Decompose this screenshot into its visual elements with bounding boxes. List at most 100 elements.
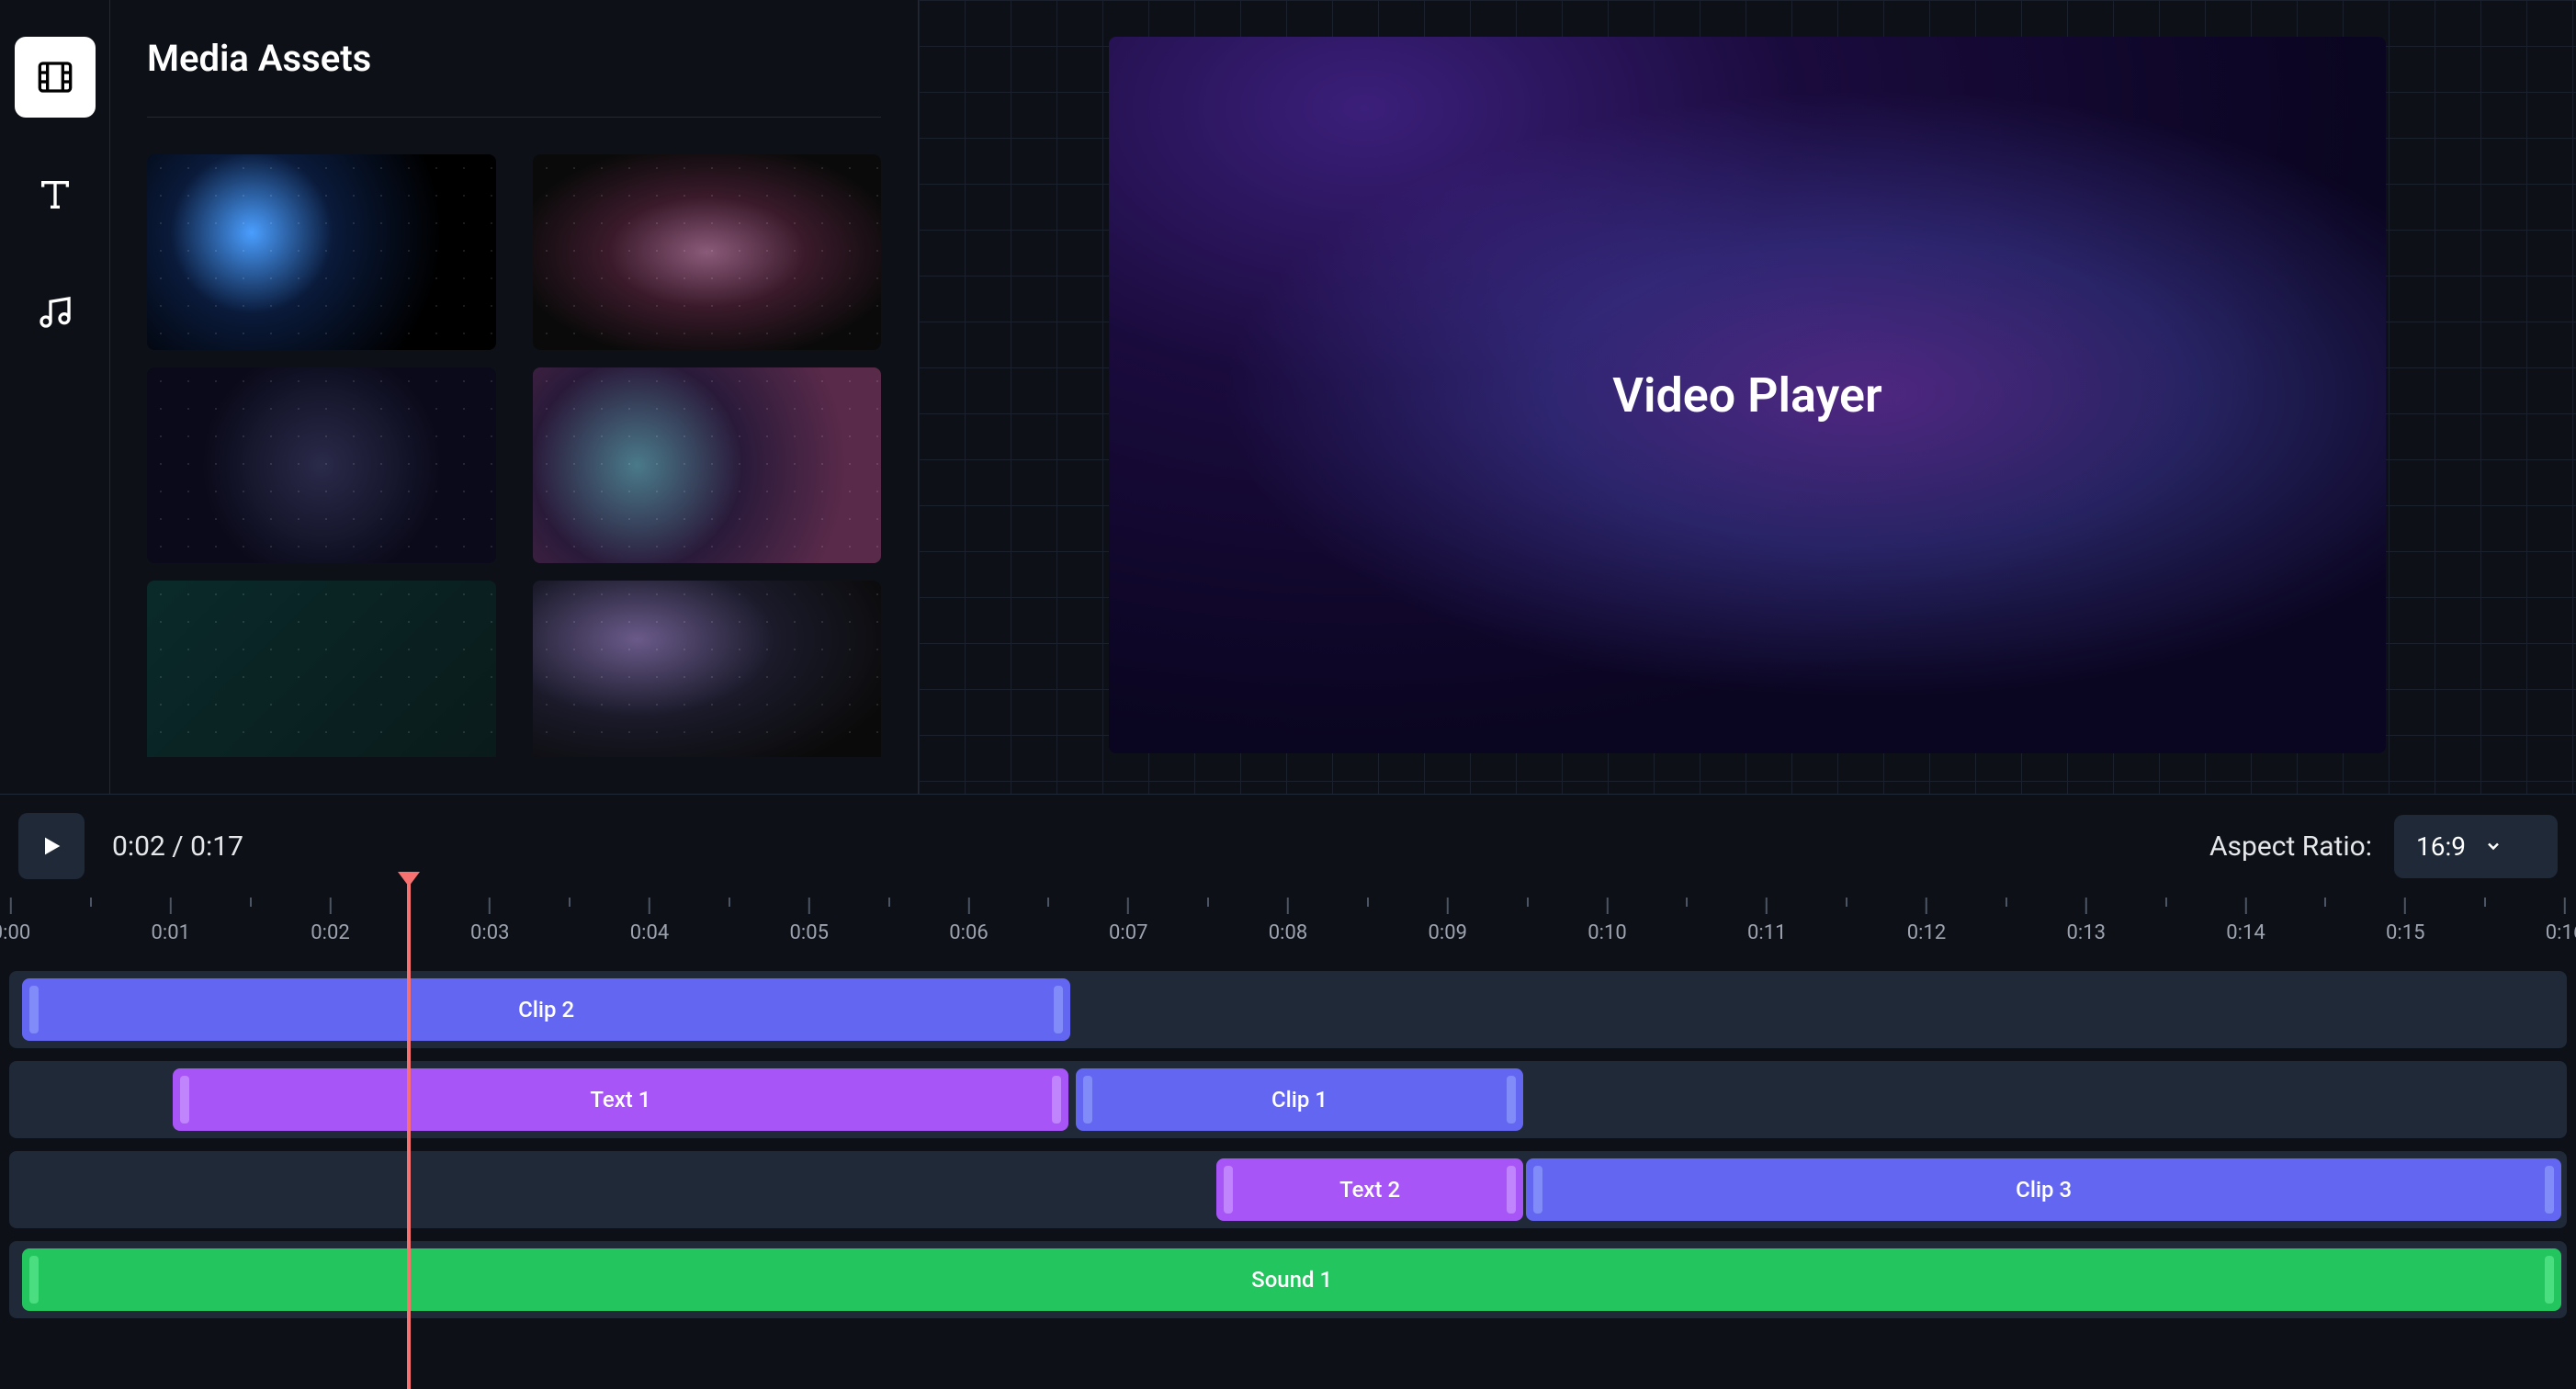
ruler-tick-label: 0:07: [1109, 921, 1147, 944]
media-panel: Media Assets: [110, 0, 919, 794]
clip-label: Sound 1: [1251, 1267, 1332, 1293]
ruler-tick: 0:02: [311, 898, 349, 944]
media-grid: [147, 154, 881, 757]
ruler-tick: 0:04: [630, 898, 669, 944]
timeline-track[interactable]: Clip 2: [9, 971, 2567, 1048]
clip-label: Clip 2: [518, 997, 574, 1022]
top-section: Media Assets Video Player: [0, 0, 2576, 794]
media-thumb[interactable]: [147, 581, 496, 757]
ruler-tick-label: 0:04: [630, 921, 669, 944]
ruler-tick: 0:16: [2546, 898, 2576, 944]
preview-area: Video Player: [919, 0, 2576, 794]
music-icon: [37, 294, 73, 331]
tool-sidebar: [0, 0, 110, 794]
clip-label: Clip 3: [2016, 1177, 2072, 1203]
ruler-minor-tick: [2324, 898, 2326, 907]
ruler-tick-label: 0:06: [949, 921, 988, 944]
ruler-tick: 0:03: [470, 898, 509, 944]
timeline-clip[interactable]: Clip 2: [22, 978, 1070, 1041]
ruler-tick-label: 0:08: [1269, 921, 1307, 944]
clip-label: Text 1: [590, 1087, 650, 1112]
ruler-tick-label: 0:03: [470, 921, 509, 944]
film-icon: [37, 59, 73, 96]
ruler-minor-tick: [90, 898, 92, 907]
ruler-tick: 0:10: [1587, 898, 1626, 944]
current-time: 0:02: [112, 830, 165, 863]
ruler-tick: 0:01: [152, 898, 190, 944]
ruler-minor-tick: [1367, 898, 1369, 907]
ruler-minor-tick: [569, 898, 571, 907]
ruler-tick-label: 0:14: [2226, 921, 2265, 944]
media-thumb[interactable]: [533, 154, 882, 350]
media-thumb[interactable]: [147, 154, 496, 350]
controls-left: 0:02 / 0:17: [18, 813, 243, 879]
ruler-minor-tick: [2005, 898, 2007, 907]
ruler-tick: 0:12: [1907, 898, 1946, 944]
ruler-minor-tick: [888, 898, 890, 907]
timeline-ruler[interactable]: 0:00 0:01 0:02 0:03 0:04 0:05 0:06 0:07 0:08 0:09…: [0, 898, 2576, 953]
timeline-clip[interactable]: Clip 3: [1526, 1158, 2562, 1221]
video-editor-app: Media Assets Video Player: [0, 0, 2576, 1389]
media-thumb[interactable]: [533, 581, 882, 757]
ruler-tick-label: 0:10: [1587, 921, 1626, 944]
timeline-track[interactable]: Text 2 Clip 3: [9, 1151, 2567, 1228]
media-thumb[interactable]: [533, 367, 882, 563]
total-time: 0:17: [190, 830, 243, 863]
text-tool-button[interactable]: [15, 154, 96, 235]
ruler-tick: 0:00: [0, 898, 30, 944]
ruler-tick: 0:13: [2067, 898, 2106, 944]
aspect-ratio-label: Aspect Ratio:: [2209, 830, 2372, 863]
media-panel-title: Media Assets: [147, 37, 881, 118]
ruler-minor-tick: [1846, 898, 1847, 907]
ruler-tick-label: 0:05: [790, 921, 829, 944]
ruler-tick-label: 0:12: [1907, 921, 1946, 944]
ruler-tick: 0:09: [1429, 898, 1467, 944]
timeline-clip[interactable]: Sound 1: [22, 1248, 2562, 1311]
controls-bar: 0:02 / 0:17 Aspect Ratio: 16:9: [0, 795, 2576, 898]
ruler-minor-tick: [729, 898, 730, 907]
play-button[interactable]: [18, 813, 85, 879]
tracks-container: Clip 2 Text 1 Clip 1 Text 2 Clip 3 Sound 1: [0, 953, 2576, 1389]
ruler-tick-label: 0:09: [1429, 921, 1467, 944]
ruler-tick-label: 0:11: [1747, 921, 1786, 944]
ruler-tick-label: 0:02: [311, 921, 349, 944]
time-separator: /: [165, 830, 190, 863]
clip-label: Clip 1: [1271, 1087, 1328, 1112]
ruler-minor-tick: [250, 898, 252, 907]
ruler-tick: 0:06: [949, 898, 988, 944]
controls-right: Aspect Ratio: 16:9: [2209, 815, 2558, 878]
ruler-minor-tick: [1527, 898, 1529, 907]
ruler-minor-tick: [1207, 898, 1209, 907]
time-display: 0:02 / 0:17: [112, 830, 243, 863]
ruler-tick-label: 0:15: [2386, 921, 2424, 944]
text-icon: [37, 176, 73, 213]
timeline-clip[interactable]: Clip 1: [1076, 1068, 1523, 1131]
ruler-minor-tick: [1047, 898, 1049, 907]
ruler-tick: 0:14: [2226, 898, 2265, 944]
timeline-section: 0:02 / 0:17 Aspect Ratio: 16:9 0:000:010…: [0, 794, 2576, 1389]
ruler-minor-tick: [2484, 898, 2486, 907]
ruler-tick: 0:05: [790, 898, 829, 944]
clip-label: Text 2: [1339, 1177, 1400, 1203]
ruler-tick: 0:07: [1109, 898, 1147, 944]
ruler-tick: 0:11: [1747, 898, 1786, 944]
aspect-ratio-select[interactable]: 16:9: [2394, 815, 2558, 878]
media-thumb[interactable]: [147, 367, 496, 563]
timeline-track[interactable]: Sound 1: [9, 1241, 2567, 1318]
ruler-tick-label: 0:13: [2067, 921, 2106, 944]
ruler-minor-tick: [409, 898, 411, 907]
ruler-tick: 0:15: [2386, 898, 2424, 944]
aspect-ratio-value: 16:9: [2416, 831, 2466, 862]
ruler-tick: 0:08: [1269, 898, 1307, 944]
media-tool-button[interactable]: [15, 37, 96, 118]
timeline-clip[interactable]: Text 2: [1216, 1158, 1523, 1221]
video-player[interactable]: Video Player: [1109, 37, 2386, 753]
video-player-label: Video Player: [1612, 367, 1882, 423]
audio-tool-button[interactable]: [15, 272, 96, 353]
ruler-tick-label: 0:16: [2546, 921, 2576, 944]
timeline-track[interactable]: Text 1 Clip 1: [9, 1061, 2567, 1138]
timeline-clip[interactable]: Text 1: [173, 1068, 1068, 1131]
ruler-tick-label: 0:00: [0, 921, 30, 944]
chevron-down-icon: [2484, 837, 2503, 855]
ruler-minor-tick: [1686, 898, 1688, 907]
